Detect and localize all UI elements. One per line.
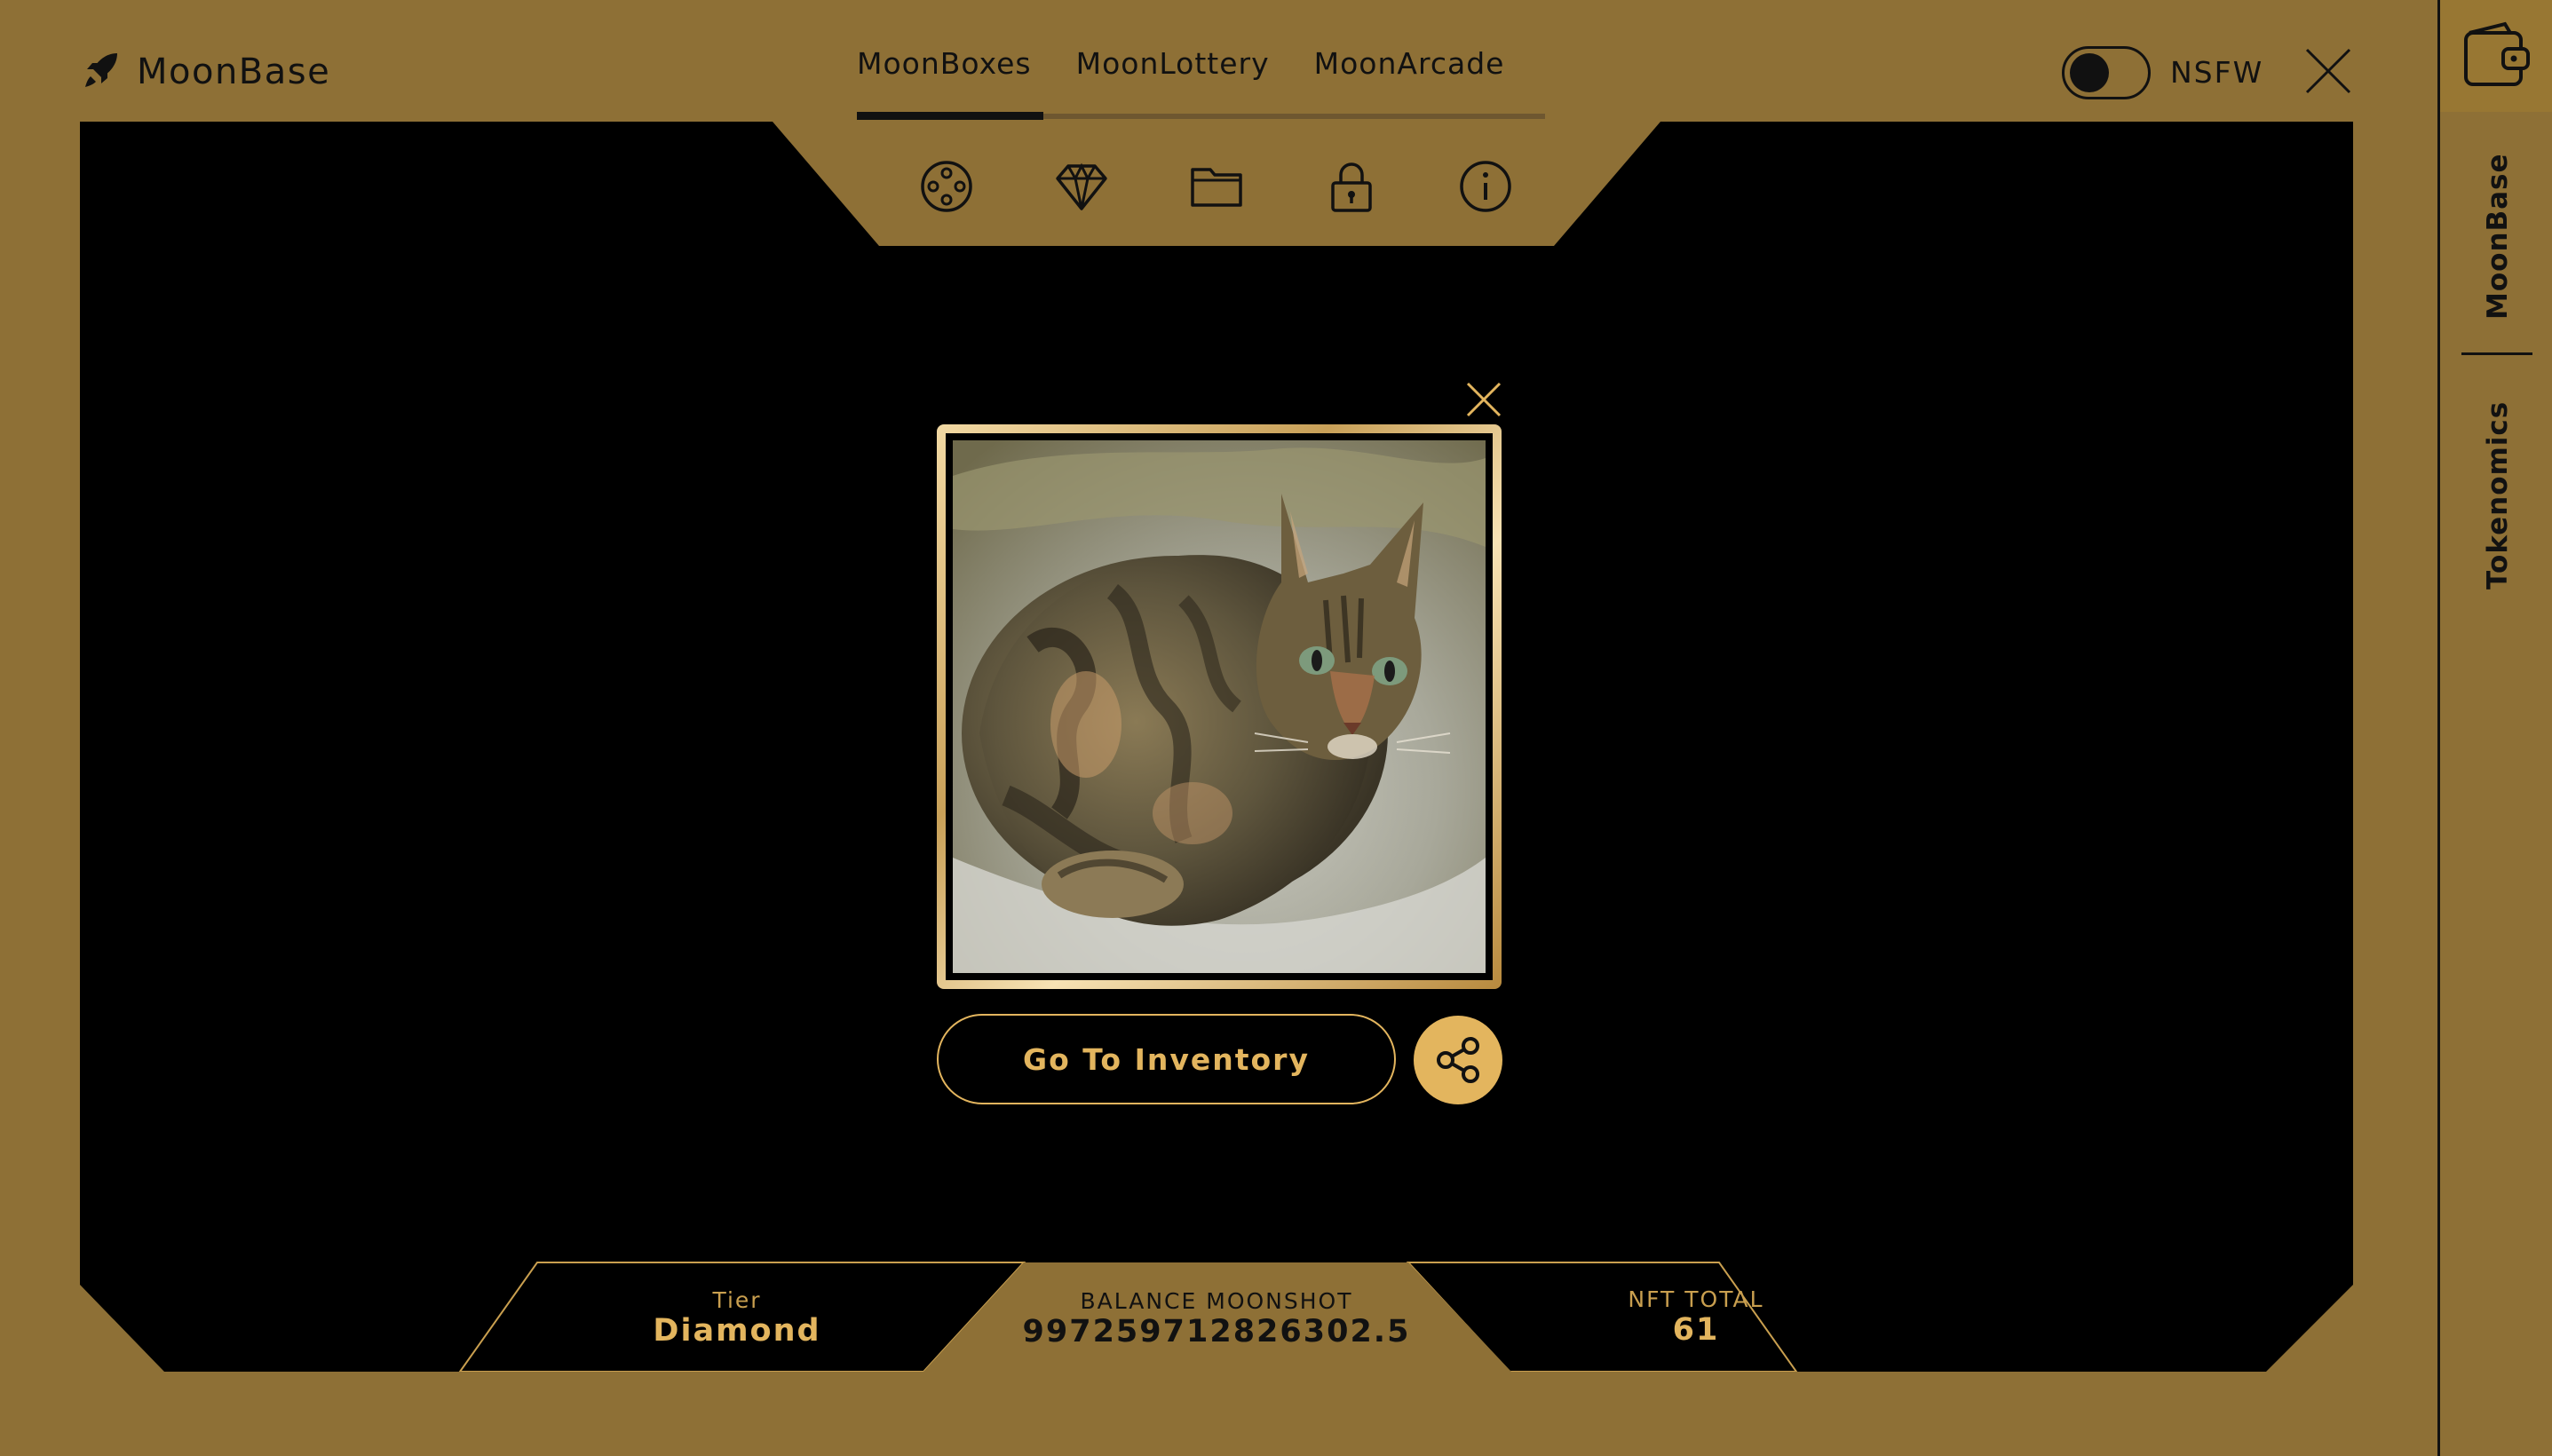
wallet-icon <box>2464 21 2530 86</box>
wallet-button[interactable] <box>2440 0 2552 112</box>
nft-image[interactable] <box>953 440 1486 973</box>
folder-icon[interactable] <box>1185 155 1248 218</box>
nft-total-value: 61 <box>1672 1312 1720 1348</box>
nft-total-label: NFT TOTAL <box>1628 1286 1764 1312</box>
share-icon <box>1437 1037 1479 1083</box>
tier-stat: Tier Diamond <box>568 1287 906 1349</box>
nft-total-stat: NFT TOTAL 61 <box>1527 1286 1865 1348</box>
nft-frame <box>937 424 1502 989</box>
lock-icon[interactable] <box>1320 155 1383 218</box>
tier-label: Tier <box>712 1287 762 1313</box>
balance-value: 997259712826302.5 <box>1022 1314 1411 1349</box>
toggle-knob <box>2070 53 2109 92</box>
tab-moonboxes[interactable]: MoonBoxes <box>857 46 1032 81</box>
nsfw-label: NSFW <box>2170 55 2264 90</box>
active-tab-indicator <box>857 112 1043 120</box>
rocket-icon <box>80 48 124 96</box>
tab-moonarcade[interactable]: MoonArcade <box>1314 46 1505 81</box>
info-icon[interactable] <box>1454 155 1517 218</box>
brand-name: MoonBase <box>137 51 331 92</box>
balance-stat: BALANCE MOONSHOT 997259712826302.5 <box>995 1288 1438 1349</box>
balance-label: BALANCE MOONSHOT <box>1080 1288 1353 1314</box>
go-to-inventory-label: Go To Inventory <box>1023 1041 1310 1077</box>
brand[interactable]: MoonBase <box>80 48 330 96</box>
sidebar-item-moonbase[interactable]: MoonBase <box>2482 153 2514 320</box>
share-button[interactable] <box>1414 1016 1502 1104</box>
nsfw-toggle[interactable] <box>2062 46 2151 99</box>
diamond-icon[interactable] <box>1050 155 1113 218</box>
sidebar-separator <box>2461 352 2532 355</box>
gamepad-icon[interactable] <box>915 155 978 218</box>
close-icon[interactable] <box>2303 46 2353 96</box>
tier-value: Diamond <box>653 1313 821 1349</box>
main-tabs: MoonBoxes MoonLottery MoonArcade <box>857 46 1504 81</box>
modal-close-icon[interactable] <box>1461 376 1507 423</box>
tab-moonlottery[interactable]: MoonLottery <box>1076 46 1270 81</box>
sidebar-item-tokenomics[interactable]: Tokenomics <box>2482 401 2514 590</box>
sidebar-divider <box>2437 0 2440 1456</box>
go-to-inventory-button[interactable]: Go To Inventory <box>937 1014 1396 1104</box>
